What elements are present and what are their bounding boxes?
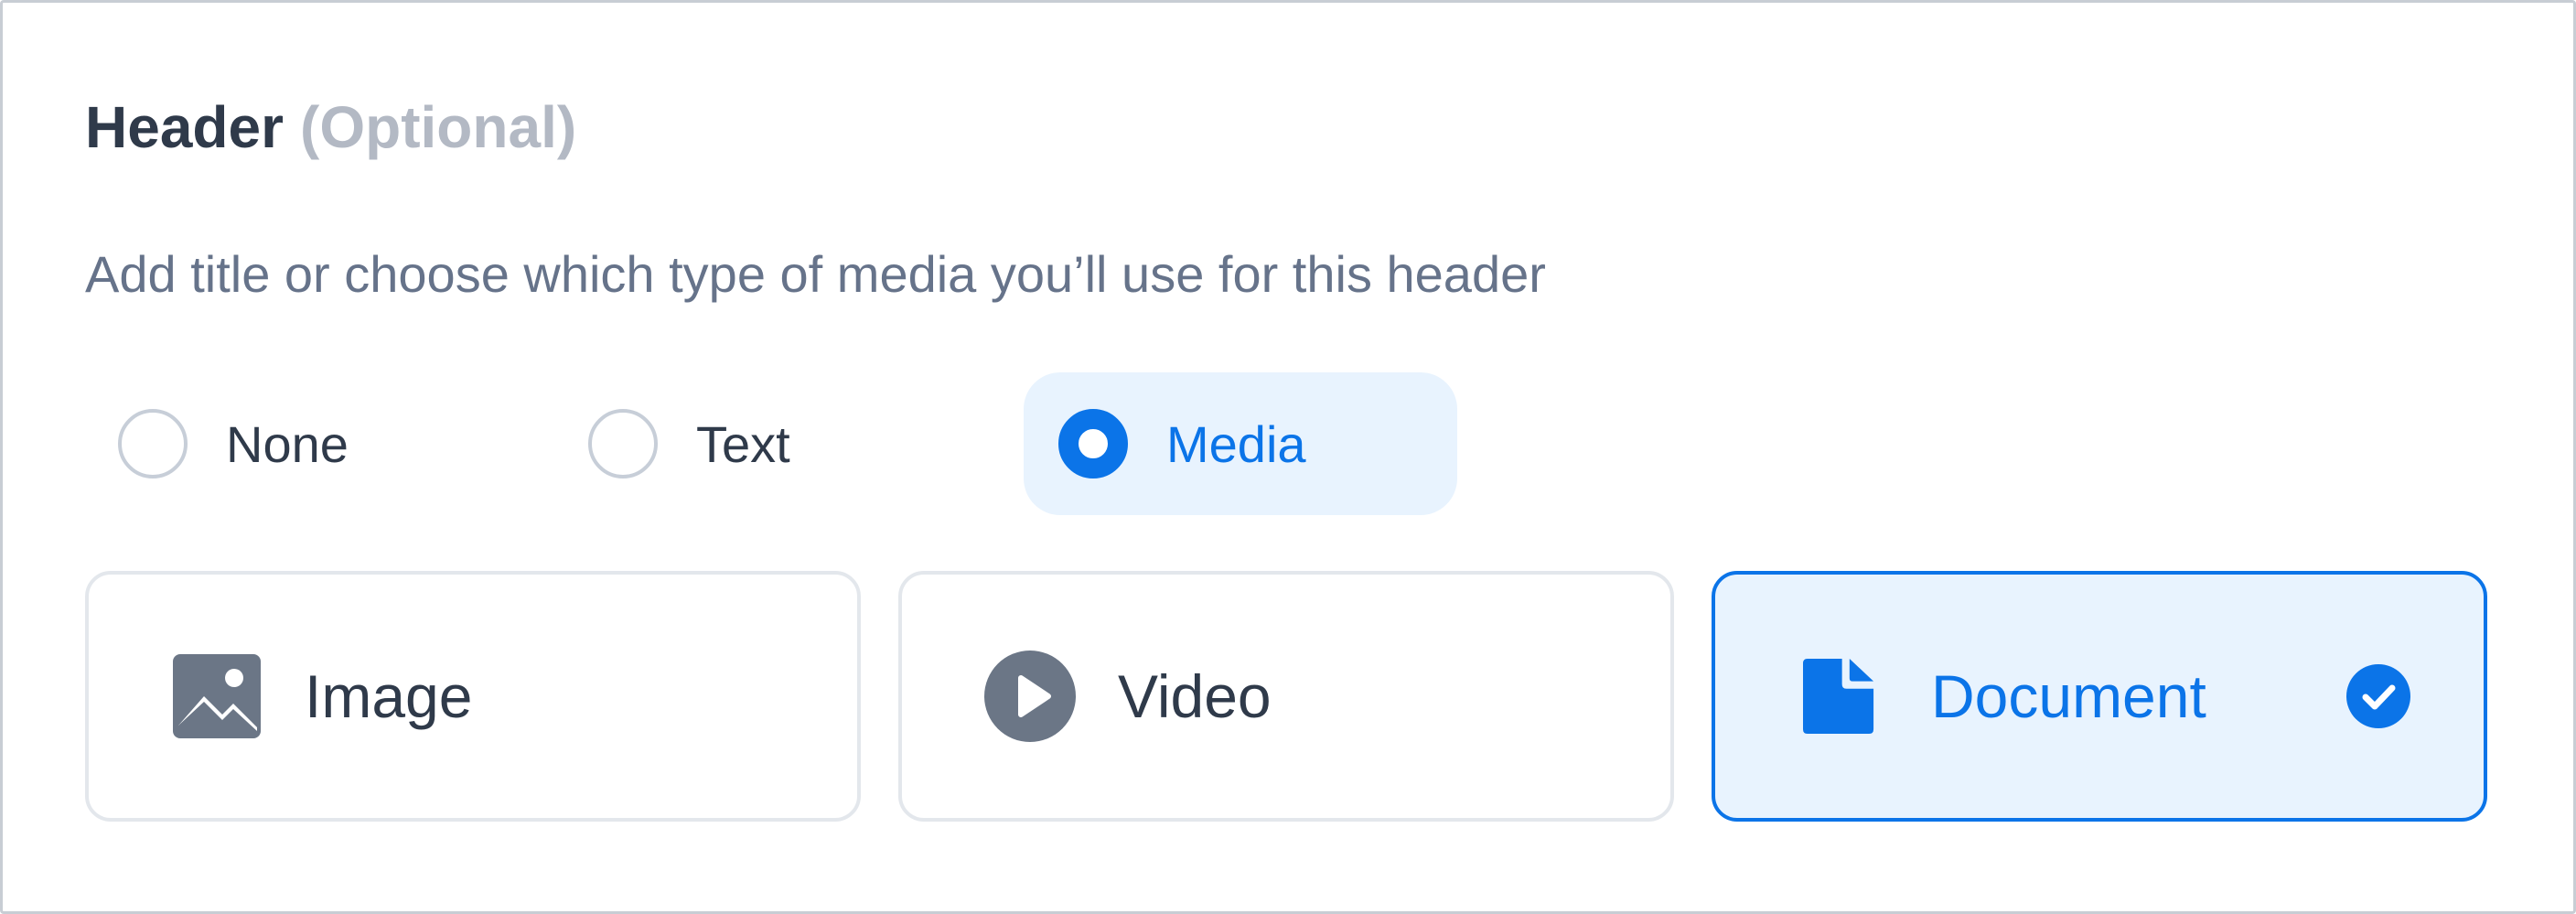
- radio-label-text: Text: [696, 414, 790, 473]
- section-title: Header (Optional): [85, 91, 576, 164]
- radio-button-none[interactable]: [118, 409, 188, 479]
- radio-label-media: Media: [1166, 414, 1306, 473]
- media-card-image[interactable]: Image: [85, 571, 861, 822]
- media-card-label-video: Video: [1118, 662, 1272, 730]
- optional-tag: (Optional): [300, 94, 577, 160]
- radio-button-media[interactable]: [1058, 409, 1128, 479]
- media-card-label-document: Document: [1931, 662, 2206, 730]
- radio-option-text[interactable]: Text: [588, 372, 918, 515]
- section-title-text: Header: [85, 94, 284, 160]
- document-icon: [1803, 659, 1874, 734]
- header-settings-panel: Header (Optional) Add title or choose whi…: [0, 0, 2576, 914]
- media-card-video[interactable]: Video: [898, 571, 1674, 822]
- check-circle-icon: [2346, 664, 2410, 728]
- media-card-label-image: Image: [305, 662, 473, 730]
- radio-label-none: None: [226, 414, 349, 473]
- media-card-document[interactable]: Document: [1712, 571, 2487, 822]
- radio-button-text[interactable]: [588, 409, 658, 479]
- section-description: Add title or choose which type of media …: [85, 245, 1546, 303]
- radio-option-none[interactable]: None: [118, 372, 447, 515]
- image-icon: [173, 654, 261, 738]
- radio-option-media[interactable]: Media: [1024, 372, 1457, 515]
- play-circle-icon: [984, 651, 1076, 742]
